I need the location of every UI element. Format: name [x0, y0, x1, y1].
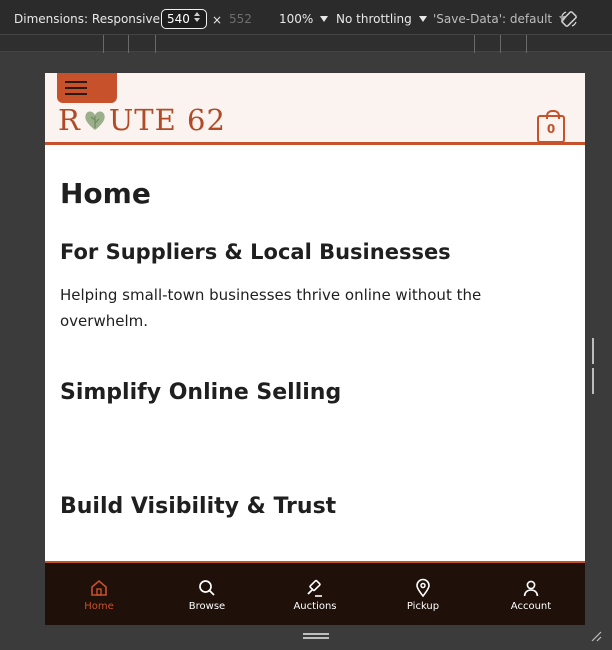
times-sign: ×	[212, 13, 223, 27]
intro-paragraph: Helping small-town businesses thrive onl…	[60, 286, 482, 330]
bottom-navigation: Home Browse Auctions Pickup Account	[45, 561, 585, 625]
chevron-down-icon	[418, 16, 427, 22]
resize-handle-bottom[interactable]	[303, 633, 329, 639]
nav-browse-label: Browse	[188, 601, 226, 612]
logo-text-end: UTE 62	[108, 103, 226, 137]
map-pin-icon	[416, 578, 430, 598]
chevron-down-icon	[320, 16, 329, 22]
nav-home[interactable]: Home	[45, 563, 153, 625]
nav-account[interactable]: Account	[477, 563, 585, 625]
nav-account-label: Account	[510, 601, 552, 612]
page-subtitle: For Suppliers & Local Businesses	[60, 240, 451, 264]
cart-button[interactable]: 0	[537, 110, 565, 143]
nav-pickup-label: Pickup	[406, 601, 440, 612]
nav-pickup[interactable]: Pickup	[369, 563, 477, 625]
zoom-label: 100%	[279, 12, 314, 26]
user-icon	[523, 580, 539, 597]
resize-handle-right[interactable]	[592, 338, 598, 394]
save-data-label: 'Save-Data': default	[433, 12, 553, 26]
throttling-dropdown[interactable]: No throttling	[336, 12, 427, 26]
rotate-icon[interactable]	[560, 10, 578, 28]
dimensions-dropdown[interactable]: Dimensions: Responsive	[14, 12, 175, 26]
devtools-toolbar: Dimensions: Responsive 540 × 552 100% No…	[0, 0, 612, 38]
save-data-dropdown[interactable]: 'Save-Data': default	[433, 12, 568, 26]
logo-text-start: R	[58, 103, 81, 137]
nav-home-label: Home	[84, 601, 114, 612]
section-heading-selling: Simplify Online Selling	[60, 380, 342, 405]
device-viewport: R UTE 62 0 Home For Suppliers & Local Bu…	[45, 73, 585, 625]
dimensions-label: Dimensions: Responsive	[14, 12, 160, 26]
search-icon	[199, 580, 215, 596]
heart-leaf-icon	[85, 111, 105, 130]
gavel-icon	[307, 579, 322, 597]
hamburger-menu-button[interactable]	[57, 73, 117, 103]
page-title: Home	[60, 177, 151, 210]
resize-corner-icon[interactable]	[590, 630, 602, 642]
zoom-dropdown[interactable]: 100%	[279, 12, 329, 26]
site-logo[interactable]: R UTE 62	[58, 103, 226, 137]
nav-browse[interactable]: Browse	[153, 563, 261, 625]
site-header: R UTE 62 0	[45, 73, 585, 145]
height-input[interactable]: 552	[229, 12, 252, 26]
section-heading-visibility: Build Visibility & Trust	[60, 494, 337, 519]
media-query-ruler	[0, 34, 612, 53]
spinner-icon[interactable]	[193, 12, 201, 26]
nav-auctions[interactable]: Auctions	[261, 563, 369, 625]
throttling-label: No throttling	[336, 12, 412, 26]
nav-auctions-label: Auctions	[293, 601, 337, 612]
home-icon	[91, 579, 107, 596]
